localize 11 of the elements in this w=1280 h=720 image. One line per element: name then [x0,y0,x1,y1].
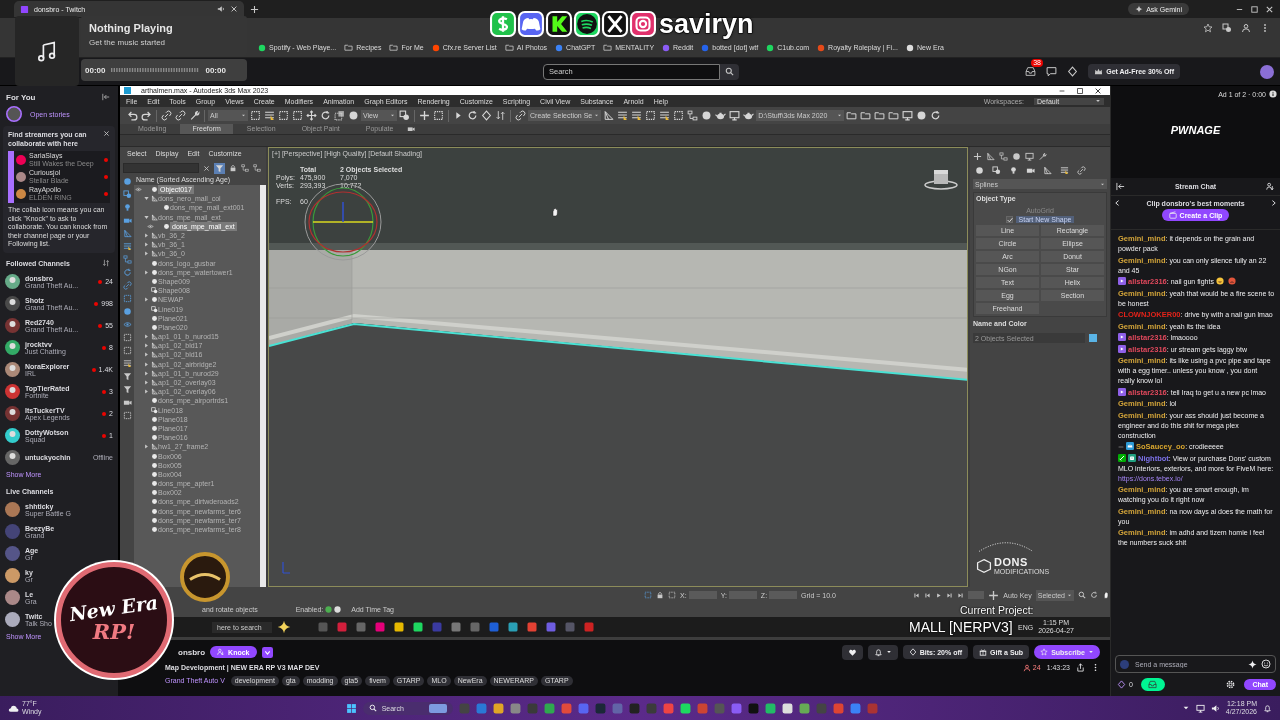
ad-logo: PWNAGE [1170,124,1221,136]
project-name: MALL [NERPV3] [909,619,1013,635]
track-subtitle: Get the music started [89,38,167,47]
elapsed-time: 00:00 [85,65,106,75]
channel-name[interactable]: onsbro [178,647,206,657]
logo-text: DONS [994,556,1029,568]
streamer-handle: saviryn [659,9,754,39]
track-title: Nothing Playing [89,22,174,34]
total-time: 00:00 [205,65,226,75]
project-label: Current Project: [960,604,1034,616]
section-heading: For You [6,92,36,102]
